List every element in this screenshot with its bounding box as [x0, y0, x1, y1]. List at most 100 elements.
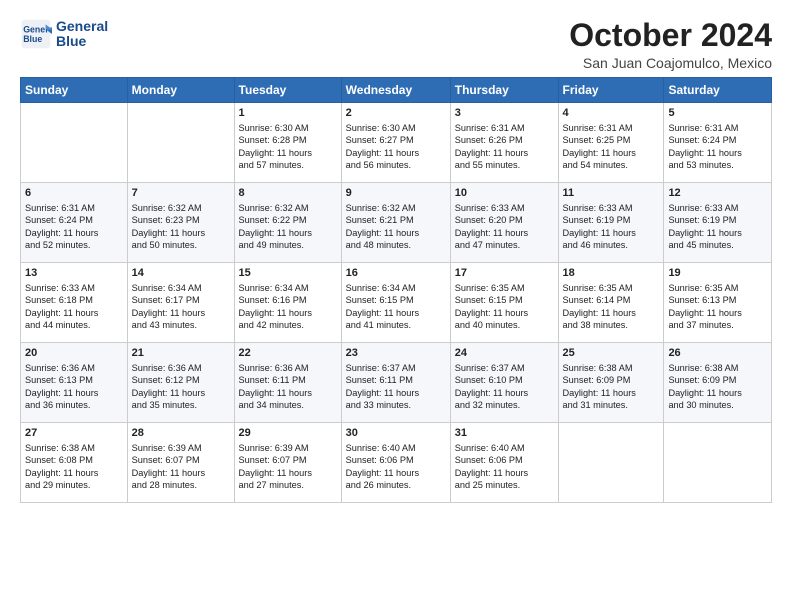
calendar-cell: 7Sunrise: 6:32 AM Sunset: 6:23 PM Daylig…	[127, 183, 234, 263]
header-day-wednesday: Wednesday	[341, 78, 450, 103]
day-number: 7	[132, 186, 230, 201]
day-number: 2	[346, 106, 446, 121]
calendar-cell: 2Sunrise: 6:30 AM Sunset: 6:27 PM Daylig…	[341, 103, 450, 183]
day-number: 5	[668, 106, 767, 121]
day-info: Sunrise: 6:32 AM Sunset: 6:22 PM Dayligh…	[239, 202, 337, 252]
day-number: 9	[346, 186, 446, 201]
day-info: Sunrise: 6:37 AM Sunset: 6:11 PM Dayligh…	[346, 362, 446, 412]
day-info: Sunrise: 6:40 AM Sunset: 6:06 PM Dayligh…	[346, 442, 446, 492]
calendar-cell	[127, 103, 234, 183]
logo: General Blue General Blue	[20, 18, 108, 50]
calendar-cell: 30Sunrise: 6:40 AM Sunset: 6:06 PM Dayli…	[341, 423, 450, 503]
day-number: 22	[239, 346, 337, 361]
day-number: 3	[455, 106, 554, 121]
calendar-cell: 18Sunrise: 6:35 AM Sunset: 6:14 PM Dayli…	[558, 263, 664, 343]
day-number: 29	[239, 426, 337, 441]
calendar-cell: 20Sunrise: 6:36 AM Sunset: 6:13 PM Dayli…	[21, 343, 128, 423]
calendar-cell: 1Sunrise: 6:30 AM Sunset: 6:28 PM Daylig…	[234, 103, 341, 183]
title-block: October 2024 San Juan Coajomulco, Mexico	[569, 18, 772, 71]
day-info: Sunrise: 6:33 AM Sunset: 6:19 PM Dayligh…	[668, 202, 767, 252]
day-info: Sunrise: 6:38 AM Sunset: 6:09 PM Dayligh…	[563, 362, 660, 412]
calendar-cell: 12Sunrise: 6:33 AM Sunset: 6:19 PM Dayli…	[664, 183, 772, 263]
day-info: Sunrise: 6:35 AM Sunset: 6:14 PM Dayligh…	[563, 282, 660, 332]
day-info: Sunrise: 6:30 AM Sunset: 6:27 PM Dayligh…	[346, 122, 446, 172]
day-info: Sunrise: 6:39 AM Sunset: 6:07 PM Dayligh…	[239, 442, 337, 492]
day-number: 27	[25, 426, 123, 441]
day-info: Sunrise: 6:31 AM Sunset: 6:26 PM Dayligh…	[455, 122, 554, 172]
header: General Blue General Blue October 2024 S…	[20, 18, 772, 71]
week-row-5: 27Sunrise: 6:38 AM Sunset: 6:08 PM Dayli…	[21, 423, 772, 503]
day-number: 16	[346, 266, 446, 281]
month-title: October 2024	[569, 18, 772, 53]
calendar-cell: 29Sunrise: 6:39 AM Sunset: 6:07 PM Dayli…	[234, 423, 341, 503]
day-number: 24	[455, 346, 554, 361]
day-info: Sunrise: 6:38 AM Sunset: 6:09 PM Dayligh…	[668, 362, 767, 412]
calendar-cell: 15Sunrise: 6:34 AM Sunset: 6:16 PM Dayli…	[234, 263, 341, 343]
calendar-cell: 16Sunrise: 6:34 AM Sunset: 6:15 PM Dayli…	[341, 263, 450, 343]
calendar-cell: 27Sunrise: 6:38 AM Sunset: 6:08 PM Dayli…	[21, 423, 128, 503]
calendar-cell	[21, 103, 128, 183]
calendar-cell: 25Sunrise: 6:38 AM Sunset: 6:09 PM Dayli…	[558, 343, 664, 423]
day-number: 4	[563, 106, 660, 121]
day-number: 8	[239, 186, 337, 201]
calendar-cell: 17Sunrise: 6:35 AM Sunset: 6:15 PM Dayli…	[450, 263, 558, 343]
day-info: Sunrise: 6:36 AM Sunset: 6:12 PM Dayligh…	[132, 362, 230, 412]
calendar-table: SundayMondayTuesdayWednesdayThursdayFrid…	[20, 77, 772, 503]
day-number: 13	[25, 266, 123, 281]
day-info: Sunrise: 6:38 AM Sunset: 6:08 PM Dayligh…	[25, 442, 123, 492]
day-number: 20	[25, 346, 123, 361]
header-day-tuesday: Tuesday	[234, 78, 341, 103]
day-info: Sunrise: 6:40 AM Sunset: 6:06 PM Dayligh…	[455, 442, 554, 492]
calendar-cell: 23Sunrise: 6:37 AM Sunset: 6:11 PM Dayli…	[341, 343, 450, 423]
week-row-2: 6Sunrise: 6:31 AM Sunset: 6:24 PM Daylig…	[21, 183, 772, 263]
calendar-cell: 31Sunrise: 6:40 AM Sunset: 6:06 PM Dayli…	[450, 423, 558, 503]
day-info: Sunrise: 6:34 AM Sunset: 6:15 PM Dayligh…	[346, 282, 446, 332]
calendar-cell: 3Sunrise: 6:31 AM Sunset: 6:26 PM Daylig…	[450, 103, 558, 183]
day-number: 25	[563, 346, 660, 361]
day-info: Sunrise: 6:33 AM Sunset: 6:20 PM Dayligh…	[455, 202, 554, 252]
day-number: 28	[132, 426, 230, 441]
header-day-sunday: Sunday	[21, 78, 128, 103]
day-info: Sunrise: 6:35 AM Sunset: 6:13 PM Dayligh…	[668, 282, 767, 332]
calendar-cell: 26Sunrise: 6:38 AM Sunset: 6:09 PM Dayli…	[664, 343, 772, 423]
day-number: 30	[346, 426, 446, 441]
calendar-cell: 8Sunrise: 6:32 AM Sunset: 6:22 PM Daylig…	[234, 183, 341, 263]
day-number: 23	[346, 346, 446, 361]
page: General Blue General Blue October 2024 S…	[0, 0, 792, 612]
calendar-cell: 5Sunrise: 6:31 AM Sunset: 6:24 PM Daylig…	[664, 103, 772, 183]
day-info: Sunrise: 6:33 AM Sunset: 6:18 PM Dayligh…	[25, 282, 123, 332]
logo-icon: General Blue	[20, 18, 52, 50]
day-info: Sunrise: 6:31 AM Sunset: 6:24 PM Dayligh…	[25, 202, 123, 252]
day-number: 19	[668, 266, 767, 281]
calendar-cell: 21Sunrise: 6:36 AM Sunset: 6:12 PM Dayli…	[127, 343, 234, 423]
calendar-cell: 4Sunrise: 6:31 AM Sunset: 6:25 PM Daylig…	[558, 103, 664, 183]
day-info: Sunrise: 6:36 AM Sunset: 6:13 PM Dayligh…	[25, 362, 123, 412]
calendar-cell: 28Sunrise: 6:39 AM Sunset: 6:07 PM Dayli…	[127, 423, 234, 503]
week-row-3: 13Sunrise: 6:33 AM Sunset: 6:18 PM Dayli…	[21, 263, 772, 343]
day-info: Sunrise: 6:39 AM Sunset: 6:07 PM Dayligh…	[132, 442, 230, 492]
calendar-cell: 24Sunrise: 6:37 AM Sunset: 6:10 PM Dayli…	[450, 343, 558, 423]
header-day-monday: Monday	[127, 78, 234, 103]
header-day-friday: Friday	[558, 78, 664, 103]
day-info: Sunrise: 6:35 AM Sunset: 6:15 PM Dayligh…	[455, 282, 554, 332]
day-info: Sunrise: 6:36 AM Sunset: 6:11 PM Dayligh…	[239, 362, 337, 412]
calendar-cell: 13Sunrise: 6:33 AM Sunset: 6:18 PM Dayli…	[21, 263, 128, 343]
calendar-cell: 9Sunrise: 6:32 AM Sunset: 6:21 PM Daylig…	[341, 183, 450, 263]
calendar-cell: 10Sunrise: 6:33 AM Sunset: 6:20 PM Dayli…	[450, 183, 558, 263]
calendar-cell: 11Sunrise: 6:33 AM Sunset: 6:19 PM Dayli…	[558, 183, 664, 263]
logo-line1: General	[56, 19, 108, 34]
day-number: 11	[563, 186, 660, 201]
day-number: 18	[563, 266, 660, 281]
day-number: 14	[132, 266, 230, 281]
day-number: 15	[239, 266, 337, 281]
calendar-cell: 6Sunrise: 6:31 AM Sunset: 6:24 PM Daylig…	[21, 183, 128, 263]
calendar-cell: 22Sunrise: 6:36 AM Sunset: 6:11 PM Dayli…	[234, 343, 341, 423]
day-info: Sunrise: 6:34 AM Sunset: 6:16 PM Dayligh…	[239, 282, 337, 332]
calendar-cell	[558, 423, 664, 503]
week-row-1: 1Sunrise: 6:30 AM Sunset: 6:28 PM Daylig…	[21, 103, 772, 183]
calendar-cell	[664, 423, 772, 503]
day-info: Sunrise: 6:34 AM Sunset: 6:17 PM Dayligh…	[132, 282, 230, 332]
day-number: 10	[455, 186, 554, 201]
day-number: 26	[668, 346, 767, 361]
day-number: 12	[668, 186, 767, 201]
